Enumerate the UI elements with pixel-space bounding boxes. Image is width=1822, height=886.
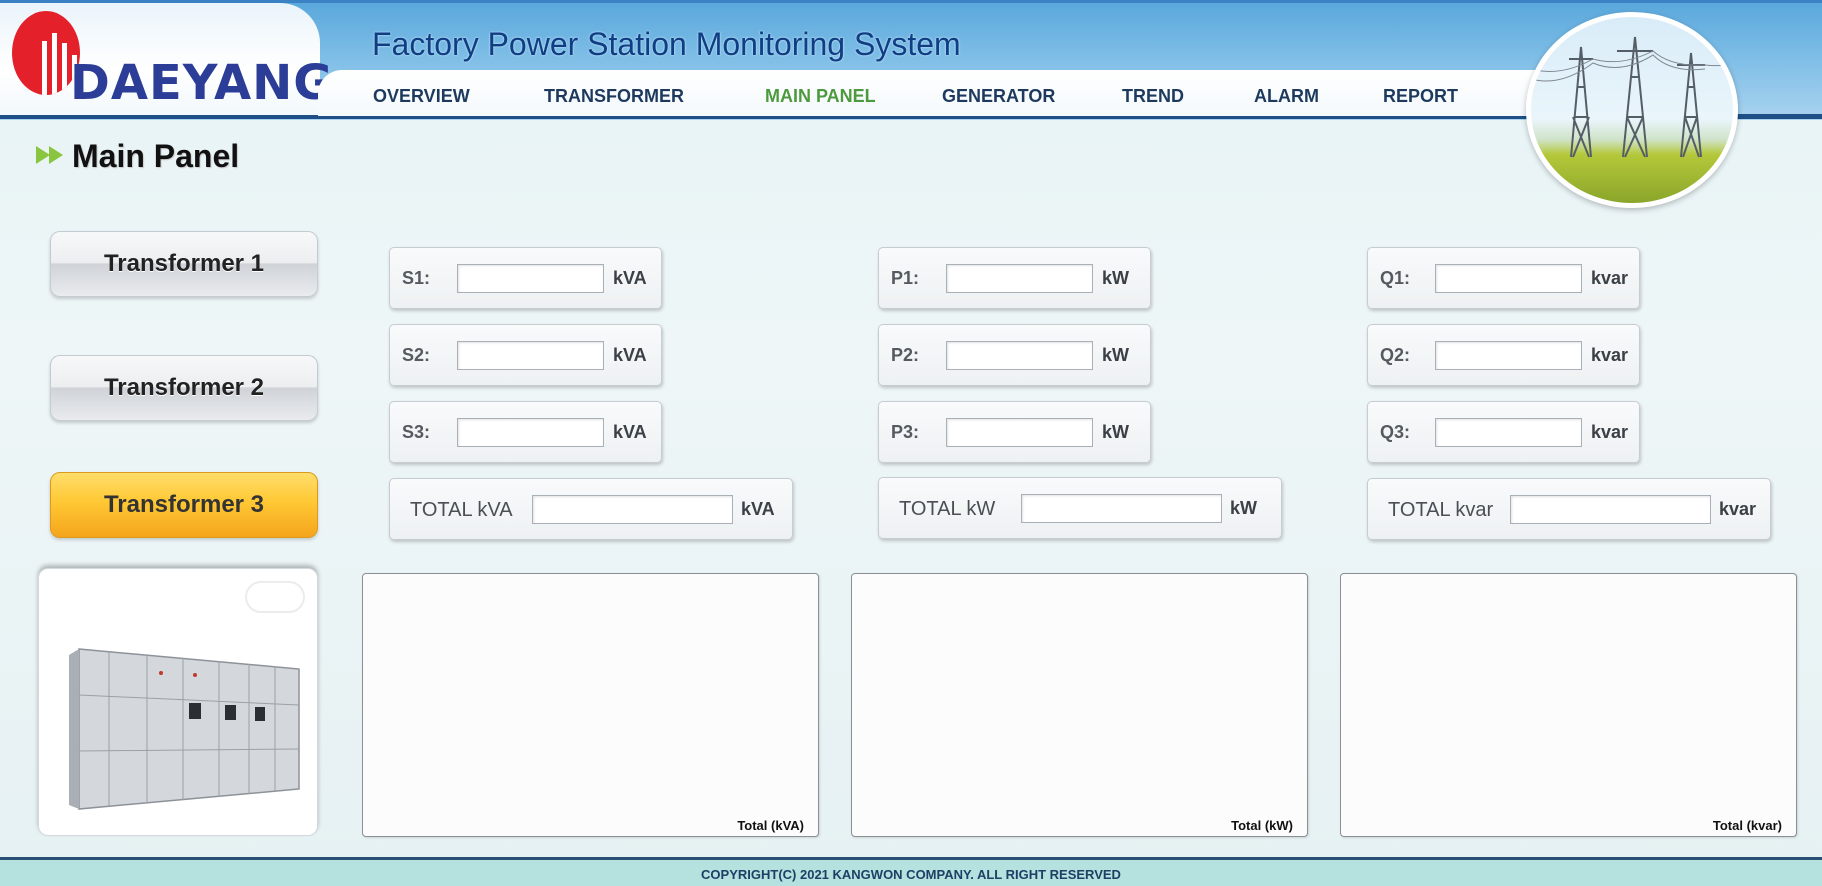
total-kva-input[interactable] bbox=[532, 495, 733, 524]
q2-box: Q2: kvar bbox=[1367, 324, 1640, 386]
p1-input[interactable] bbox=[946, 264, 1093, 293]
q2-unit: kvar bbox=[1591, 345, 1629, 365]
total-kva-chart: Total (kVA) bbox=[362, 573, 819, 837]
nav-trend[interactable]: TREND bbox=[1122, 86, 1184, 107]
q3-input[interactable] bbox=[1435, 418, 1582, 447]
double-chevron-right-icon bbox=[36, 146, 63, 164]
p3-label: P3: bbox=[891, 422, 920, 442]
q2-input[interactable] bbox=[1435, 341, 1582, 370]
s3-box: S3: kVA bbox=[389, 401, 662, 463]
p2-label: P2: bbox=[891, 345, 920, 365]
q2-label: Q2: bbox=[1380, 345, 1411, 365]
logo-text: DAEYANG bbox=[70, 55, 334, 111]
p3-unit: kW bbox=[1102, 422, 1129, 442]
q3-label: Q3: bbox=[1380, 422, 1411, 442]
transformer-3-button[interactable]: Transformer 3 bbox=[50, 472, 318, 538]
p1-label: P1: bbox=[891, 268, 920, 288]
s2-unit: kVA bbox=[613, 345, 647, 365]
q1-unit: kvar bbox=[1591, 268, 1629, 288]
electrical-panel-image bbox=[38, 568, 318, 836]
nav-main-panel[interactable]: MAIN PANEL bbox=[765, 86, 876, 107]
total-kw-label: TOTAL kW bbox=[899, 498, 996, 520]
q1-input[interactable] bbox=[1435, 264, 1582, 293]
nav-overview[interactable]: OVERVIEW bbox=[373, 86, 470, 107]
total-kvar-label: TOTAL kvar bbox=[1388, 499, 1494, 521]
p1-box: P1: kW bbox=[878, 247, 1151, 309]
p2-input[interactable] bbox=[946, 341, 1093, 370]
q1-label: Q1: bbox=[1380, 268, 1411, 288]
s2-input[interactable] bbox=[457, 341, 604, 370]
copyright-text: COPYRIGHT(C) 2021 KANGWON COMPANY. ALL R… bbox=[701, 867, 1121, 882]
s3-unit: kVA bbox=[613, 422, 647, 442]
footer: COPYRIGHT(C) 2021 KANGWON COMPANY. ALL R… bbox=[0, 857, 1822, 886]
s3-input[interactable] bbox=[457, 418, 604, 447]
s2-box: S2: kVA bbox=[389, 324, 662, 386]
total-kva-chart-label: Total (kVA) bbox=[737, 818, 804, 833]
q3-box: Q3: kvar bbox=[1367, 401, 1640, 463]
s2-label: S2: bbox=[402, 345, 431, 365]
s1-input[interactable] bbox=[457, 264, 604, 293]
q3-unit: kvar bbox=[1591, 422, 1629, 442]
total-kvar-chart: Total (kvar) bbox=[1340, 573, 1797, 837]
page-title: Main Panel bbox=[72, 138, 240, 174]
p1-unit: kW bbox=[1102, 268, 1129, 288]
image-toggle[interactable] bbox=[245, 581, 305, 613]
total-kva-unit: kVA bbox=[741, 499, 775, 519]
brand-logo[interactable]: DAEYANG bbox=[0, 3, 333, 115]
p2-box: P2: kW bbox=[878, 324, 1151, 386]
total-kw-unit: kW bbox=[1230, 498, 1257, 518]
total-kva-box: TOTAL kVA kVA bbox=[389, 478, 793, 540]
total-kvar-unit: kvar bbox=[1719, 499, 1757, 519]
total-kw-box: TOTAL kW kW bbox=[878, 477, 1282, 539]
app-title: Factory Power Station Monitoring System bbox=[372, 26, 961, 62]
main-nav: OVERVIEW TRANSFORMER MAIN PANEL GENERATO… bbox=[318, 70, 1558, 116]
total-kw-chart-label: Total (kW) bbox=[1231, 818, 1293, 833]
total-kva-label: TOTAL kVA bbox=[410, 499, 513, 521]
q1-box: Q1: kvar bbox=[1367, 247, 1640, 309]
s1-unit: kVA bbox=[613, 268, 647, 288]
total-kw-input[interactable] bbox=[1021, 494, 1222, 523]
p3-input[interactable] bbox=[946, 418, 1093, 447]
s1-box: S1: kVA bbox=[389, 247, 662, 309]
total-kvar-input[interactable] bbox=[1510, 495, 1711, 524]
nav-alarm[interactable]: ALARM bbox=[1254, 86, 1319, 107]
nav-report[interactable]: REPORT bbox=[1383, 86, 1458, 107]
s3-label: S3: bbox=[402, 422, 431, 442]
transformer-2-button[interactable]: Transformer 2 bbox=[50, 355, 318, 421]
s1-label: S1: bbox=[402, 268, 431, 288]
nav-transformer[interactable]: TRANSFORMER bbox=[544, 86, 684, 107]
total-kw-chart: Total (kW) bbox=[851, 573, 1308, 837]
nav-generator[interactable]: GENERATOR bbox=[942, 86, 1055, 107]
power-tower-image bbox=[1526, 12, 1738, 208]
p2-unit: kW bbox=[1102, 345, 1129, 365]
total-kvar-box: TOTAL kvar kvar bbox=[1367, 478, 1771, 540]
total-kvar-chart-label: Total (kvar) bbox=[1712, 818, 1782, 833]
p3-box: P3: kW bbox=[878, 401, 1151, 463]
transformer-1-button[interactable]: Transformer 1 bbox=[50, 231, 318, 297]
